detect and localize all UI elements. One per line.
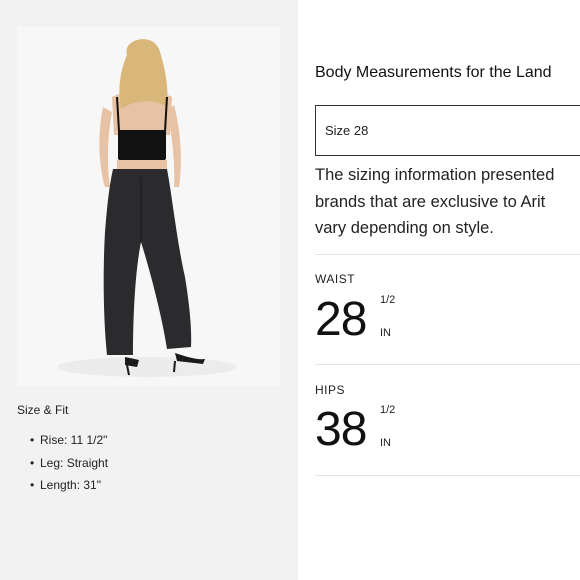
divider [315,254,580,255]
hips-unit: IN [380,437,391,449]
hips-label: HIPS [315,383,346,397]
size-fit-item-length: Length: 31" [30,477,108,500]
hips-fraction: 1/2 [380,404,396,416]
size-fit-title: Size & Fit [17,403,69,417]
sizing-description-line: vary depending on style. [315,219,494,237]
product-photo [17,27,280,386]
size-fit-list: Rise: 11 1/2" Leg: Straight Length: 31" [30,432,108,500]
waist-value: 28 [315,293,367,346]
measurements-title: Body Measurements for the Land [315,64,552,81]
measurements-panel: Body Measurements for the Land Size 28 T… [298,0,580,580]
sizing-description-line: The sizing information presented [315,166,555,184]
product-info-panel: Size & Fit Rise: 11 1/2" Leg: Straight L… [0,0,298,580]
divider [315,364,580,365]
sizing-description-line: brands that are exclusive to Arit [315,192,546,211]
waist-label: WAIST [315,272,356,286]
size-selector-value: Size 28 [325,123,369,138]
size-fit-item-rise: Rise: 11 1/2" [30,432,108,455]
sizing-description: The sizing information presented brands … [315,162,580,242]
size-selector[interactable]: Size 28 [315,105,580,156]
model-wearing-jeans-image [17,27,280,386]
waist-fraction: 1/2 [380,294,396,306]
hips-value: 38 [315,403,367,456]
divider [315,475,580,476]
size-fit-item-leg: Leg: Straight [30,455,108,478]
waist-unit: IN [380,327,391,339]
